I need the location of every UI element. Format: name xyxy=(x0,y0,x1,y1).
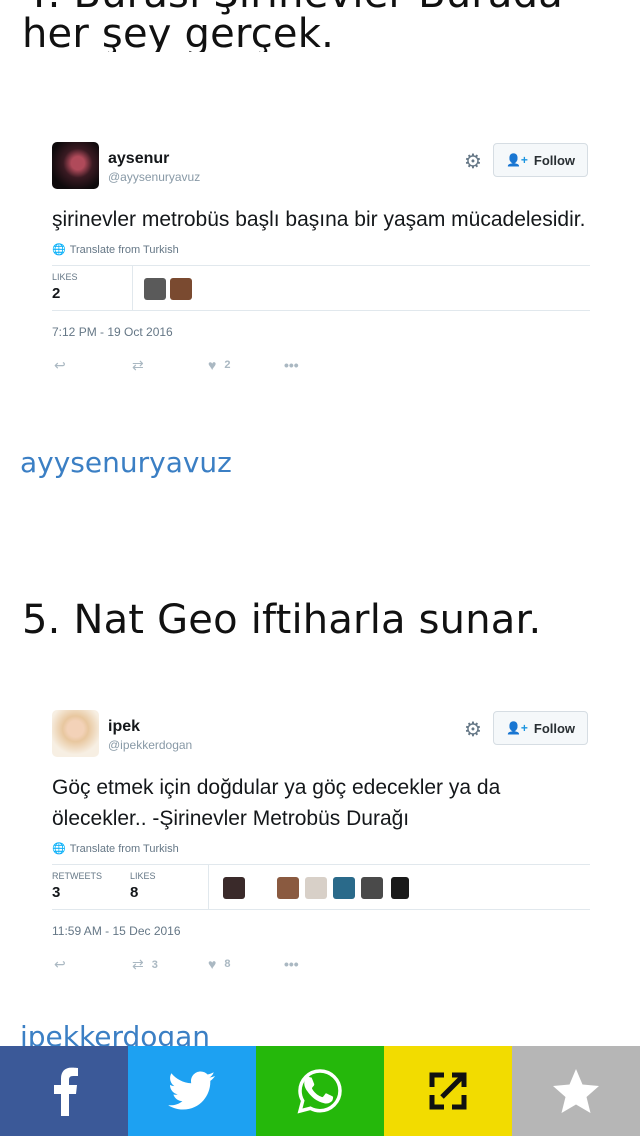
liker-avatar[interactable] xyxy=(170,278,192,300)
liker-avatar[interactable] xyxy=(391,877,409,899)
gear-icon[interactable]: ⚙ xyxy=(462,719,484,741)
tweet-timestamp[interactable]: 11:59 AM - 15 Dec 2016 xyxy=(52,924,590,938)
add-user-icon: 👤+ xyxy=(505,721,528,735)
translate-label: Translate from Turkish xyxy=(69,243,179,256)
share-bar xyxy=(0,1046,640,1136)
tweet-timestamp[interactable]: 7:12 PM - 19 Oct 2016 xyxy=(52,325,590,339)
liker-avatar[interactable] xyxy=(277,877,299,899)
likes-value: 8 xyxy=(130,884,139,901)
source-link[interactable]: ayysenuryavuz xyxy=(20,446,232,479)
retweet-icon: ⇄ xyxy=(132,956,144,972)
star-icon xyxy=(553,1069,599,1113)
more-icon[interactable]: ••• xyxy=(284,956,299,972)
retweeter-avatar[interactable] xyxy=(223,877,245,899)
stats-divider xyxy=(132,266,133,310)
add-user-icon: 👤+ xyxy=(505,153,528,167)
like-count: 2 xyxy=(224,359,231,371)
likes-label: LIKES xyxy=(52,272,78,282)
reply-icon[interactable]: ↩ xyxy=(54,956,66,973)
liker-avatar[interactable] xyxy=(305,877,327,899)
avatar[interactable] xyxy=(52,142,99,189)
tweet-author-name[interactable]: aysenur xyxy=(108,150,169,168)
whatsapp-share-button[interactable] xyxy=(256,1046,384,1136)
like-count: 8 xyxy=(224,958,231,970)
retweets-stat[interactable]: RETWEETS 3 xyxy=(52,871,102,901)
tweet-author-handle[interactable]: @ayysenuryavuz xyxy=(108,170,200,184)
like-button[interactable]: ♥ 8 xyxy=(208,956,230,972)
item-4-heading: 4. Burası Şirinevler Burada her şey gerç… xyxy=(22,0,640,52)
facebook-icon xyxy=(54,1067,78,1116)
translate-link[interactable]: 🌐 Translate from Turkish xyxy=(52,243,590,257)
expand-icon xyxy=(429,1072,467,1110)
stats-divider xyxy=(208,865,209,909)
like-button[interactable]: ♥ 2 xyxy=(208,357,230,373)
likes-stat[interactable]: LIKES 2 xyxy=(52,272,78,302)
follow-button[interactable]: 👤+ Follow xyxy=(493,143,588,177)
more-icon[interactable]: ••• xyxy=(284,357,299,373)
tweet-stats: RETWEETS 3 LIKES 8 xyxy=(52,864,590,910)
tweet-author-name[interactable]: ipek xyxy=(108,718,140,736)
follow-label: Follow xyxy=(533,152,576,168)
reply-icon[interactable]: ↩ xyxy=(54,357,66,374)
retweets-value: 3 xyxy=(52,884,61,901)
expand-share-button[interactable] xyxy=(384,1046,512,1136)
tweet-author-handle[interactable]: @ipekkerdogan xyxy=(108,738,192,752)
item-5-heading: 5. Nat Geo iftiharla sunar. xyxy=(22,597,542,643)
liker-avatar[interactable] xyxy=(333,877,355,899)
embedded-tweet: ipek @ipekkerdogan ⚙ 👤+ Follow Göç etmek… xyxy=(52,710,590,976)
whatsapp-icon xyxy=(297,1069,342,1114)
tweet-text: şirinevler metrobüs başlı başına bir yaş… xyxy=(52,208,586,231)
avatar[interactable] xyxy=(52,710,99,757)
heart-icon: ♥ xyxy=(208,956,217,972)
tweet-actions: ↩ ⇄ 3 ♥ 8 ••• xyxy=(52,956,590,976)
gear-icon[interactable]: ⚙ xyxy=(462,151,484,173)
likes-stat[interactable]: LIKES 8 xyxy=(130,871,156,901)
tweet-text: Göç etmek için doğdular ya göç edecekler… xyxy=(52,776,501,830)
tweet-actions: ↩ ⇄ ♥ 2 ••• xyxy=(52,357,590,377)
likes-value: 2 xyxy=(52,285,61,302)
likes-label: LIKES xyxy=(130,871,156,881)
favorite-button[interactable] xyxy=(512,1046,640,1136)
twitter-icon xyxy=(168,1071,215,1110)
follow-button[interactable]: 👤+ Follow xyxy=(493,711,588,745)
liker-avatar[interactable] xyxy=(361,877,383,899)
retweet-count: 3 xyxy=(151,958,158,971)
globe-icon: 🌐 xyxy=(52,843,66,855)
retweet-icon[interactable]: ⇄ xyxy=(132,357,144,374)
retweet-button[interactable]: ⇄ 3 xyxy=(132,956,158,973)
translate-link[interactable]: 🌐 Translate from Turkish xyxy=(52,842,590,856)
tweet-header: ipek @ipekkerdogan ⚙ 👤+ Follow xyxy=(52,710,590,758)
facebook-share-button[interactable] xyxy=(0,1046,128,1136)
item-4-heading-line2: her şey gerçek. xyxy=(22,11,335,52)
heart-icon: ♥ xyxy=(208,357,217,373)
tweet-header: aysenur @ayysenuryavuz ⚙ 👤+ Follow xyxy=(52,142,590,190)
liker-avatar[interactable] xyxy=(144,278,166,300)
retweets-label: RETWEETS xyxy=(52,871,103,881)
twitter-share-button[interactable] xyxy=(128,1046,256,1136)
translate-label: Translate from Turkish xyxy=(69,842,179,855)
tweet-stats: LIKES 2 xyxy=(52,265,590,311)
globe-icon: 🌐 xyxy=(52,244,66,256)
follow-label: Follow xyxy=(533,720,576,736)
embedded-tweet: aysenur @ayysenuryavuz ⚙ 👤+ Follow şirin… xyxy=(52,142,590,377)
